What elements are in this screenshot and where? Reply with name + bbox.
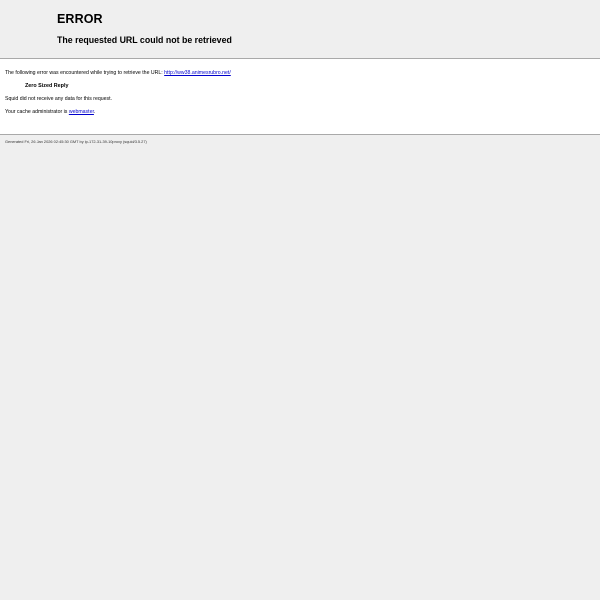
- error-intro-line: The following error was encountered whil…: [5, 70, 231, 76]
- requested-url-link[interactable]: http://ww38.animesrubro.net/: [164, 70, 231, 76]
- error-heading: ERROR: [57, 12, 103, 26]
- cache-admin-prefix: Your cache administrator is: [5, 109, 69, 115]
- error-intro-text: The following error was encountered whil…: [5, 70, 165, 76]
- error-titles: ERROR The requested URL could not be ret…: [0, 0, 600, 58]
- error-subheading: The requested URL could not be retrieved: [57, 35, 232, 45]
- webmaster-link[interactable]: webmaster: [69, 109, 94, 115]
- error-name: Zero Sized Reply: [25, 83, 69, 89]
- cache-admin-suffix: .: [93, 109, 96, 115]
- generated-footer: Generated Fri, 26 Jan 2026 02:45:30 GMT …: [5, 139, 147, 144]
- error-content: The following error was encountered whil…: [0, 58, 600, 135]
- cache-admin-line: Your cache administrator is webmaster.: [5, 109, 95, 115]
- error-description: Squid did not receive any data for this …: [5, 96, 112, 102]
- page: { "titles": { "heading": "ERROR", "subhe…: [0, 0, 600, 600]
